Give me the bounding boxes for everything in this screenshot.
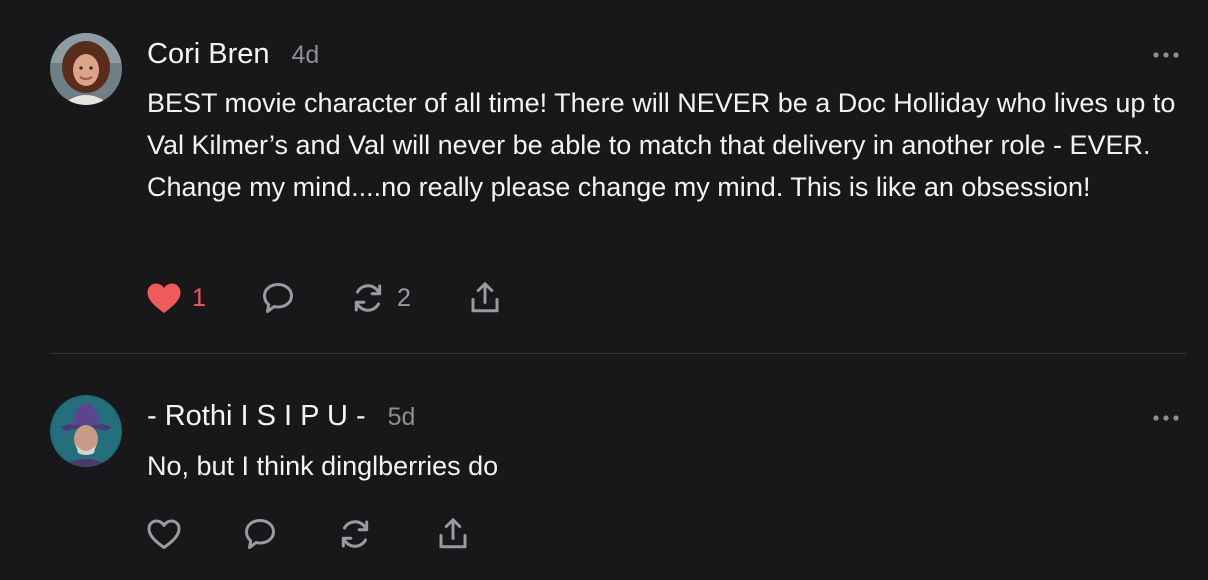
avatar[interactable] [50, 395, 122, 467]
comment-icon [263, 283, 293, 313]
comment-text: BEST movie character of all time! There … [147, 88, 1176, 202]
timestamp[interactable]: 5d [388, 403, 416, 432]
comment-text: No, but I think dinglberries do [147, 451, 499, 481]
share-button[interactable] [467, 280, 503, 316]
reply-button[interactable] [259, 280, 297, 316]
share-button[interactable] [435, 516, 471, 552]
more-icon [1153, 415, 1179, 421]
more-options-button[interactable] [1152, 410, 1180, 421]
author-name[interactable]: Cori Bren [147, 38, 270, 71]
like-count: 1 [192, 283, 206, 312]
comment-header: Cori Bren 4d [147, 38, 319, 71]
restack-icon [341, 520, 369, 548]
comment-icon [245, 519, 275, 549]
restack-icon [354, 284, 382, 312]
heart-outline-icon [147, 519, 181, 549]
restack-button[interactable] [336, 516, 384, 552]
like-button[interactable]: 1 [146, 280, 206, 316]
heart-filled-icon [147, 283, 181, 313]
author-name[interactable]: - Rothi I S I P U - [147, 400, 366, 433]
restack-button[interactable]: 2 [349, 280, 411, 316]
timestamp[interactable]: 4d [292, 41, 320, 70]
share-icon [471, 282, 499, 313]
comment-header: - Rothi I S I P U - 5d [147, 400, 415, 433]
share-icon [439, 518, 467, 549]
more-icon [1153, 52, 1179, 58]
more-options-button[interactable] [1152, 47, 1180, 58]
reply-button[interactable] [241, 516, 279, 552]
like-button[interactable] [146, 516, 192, 552]
divider [50, 353, 1186, 354]
restack-count: 2 [397, 283, 411, 312]
avatar[interactable] [50, 33, 122, 105]
